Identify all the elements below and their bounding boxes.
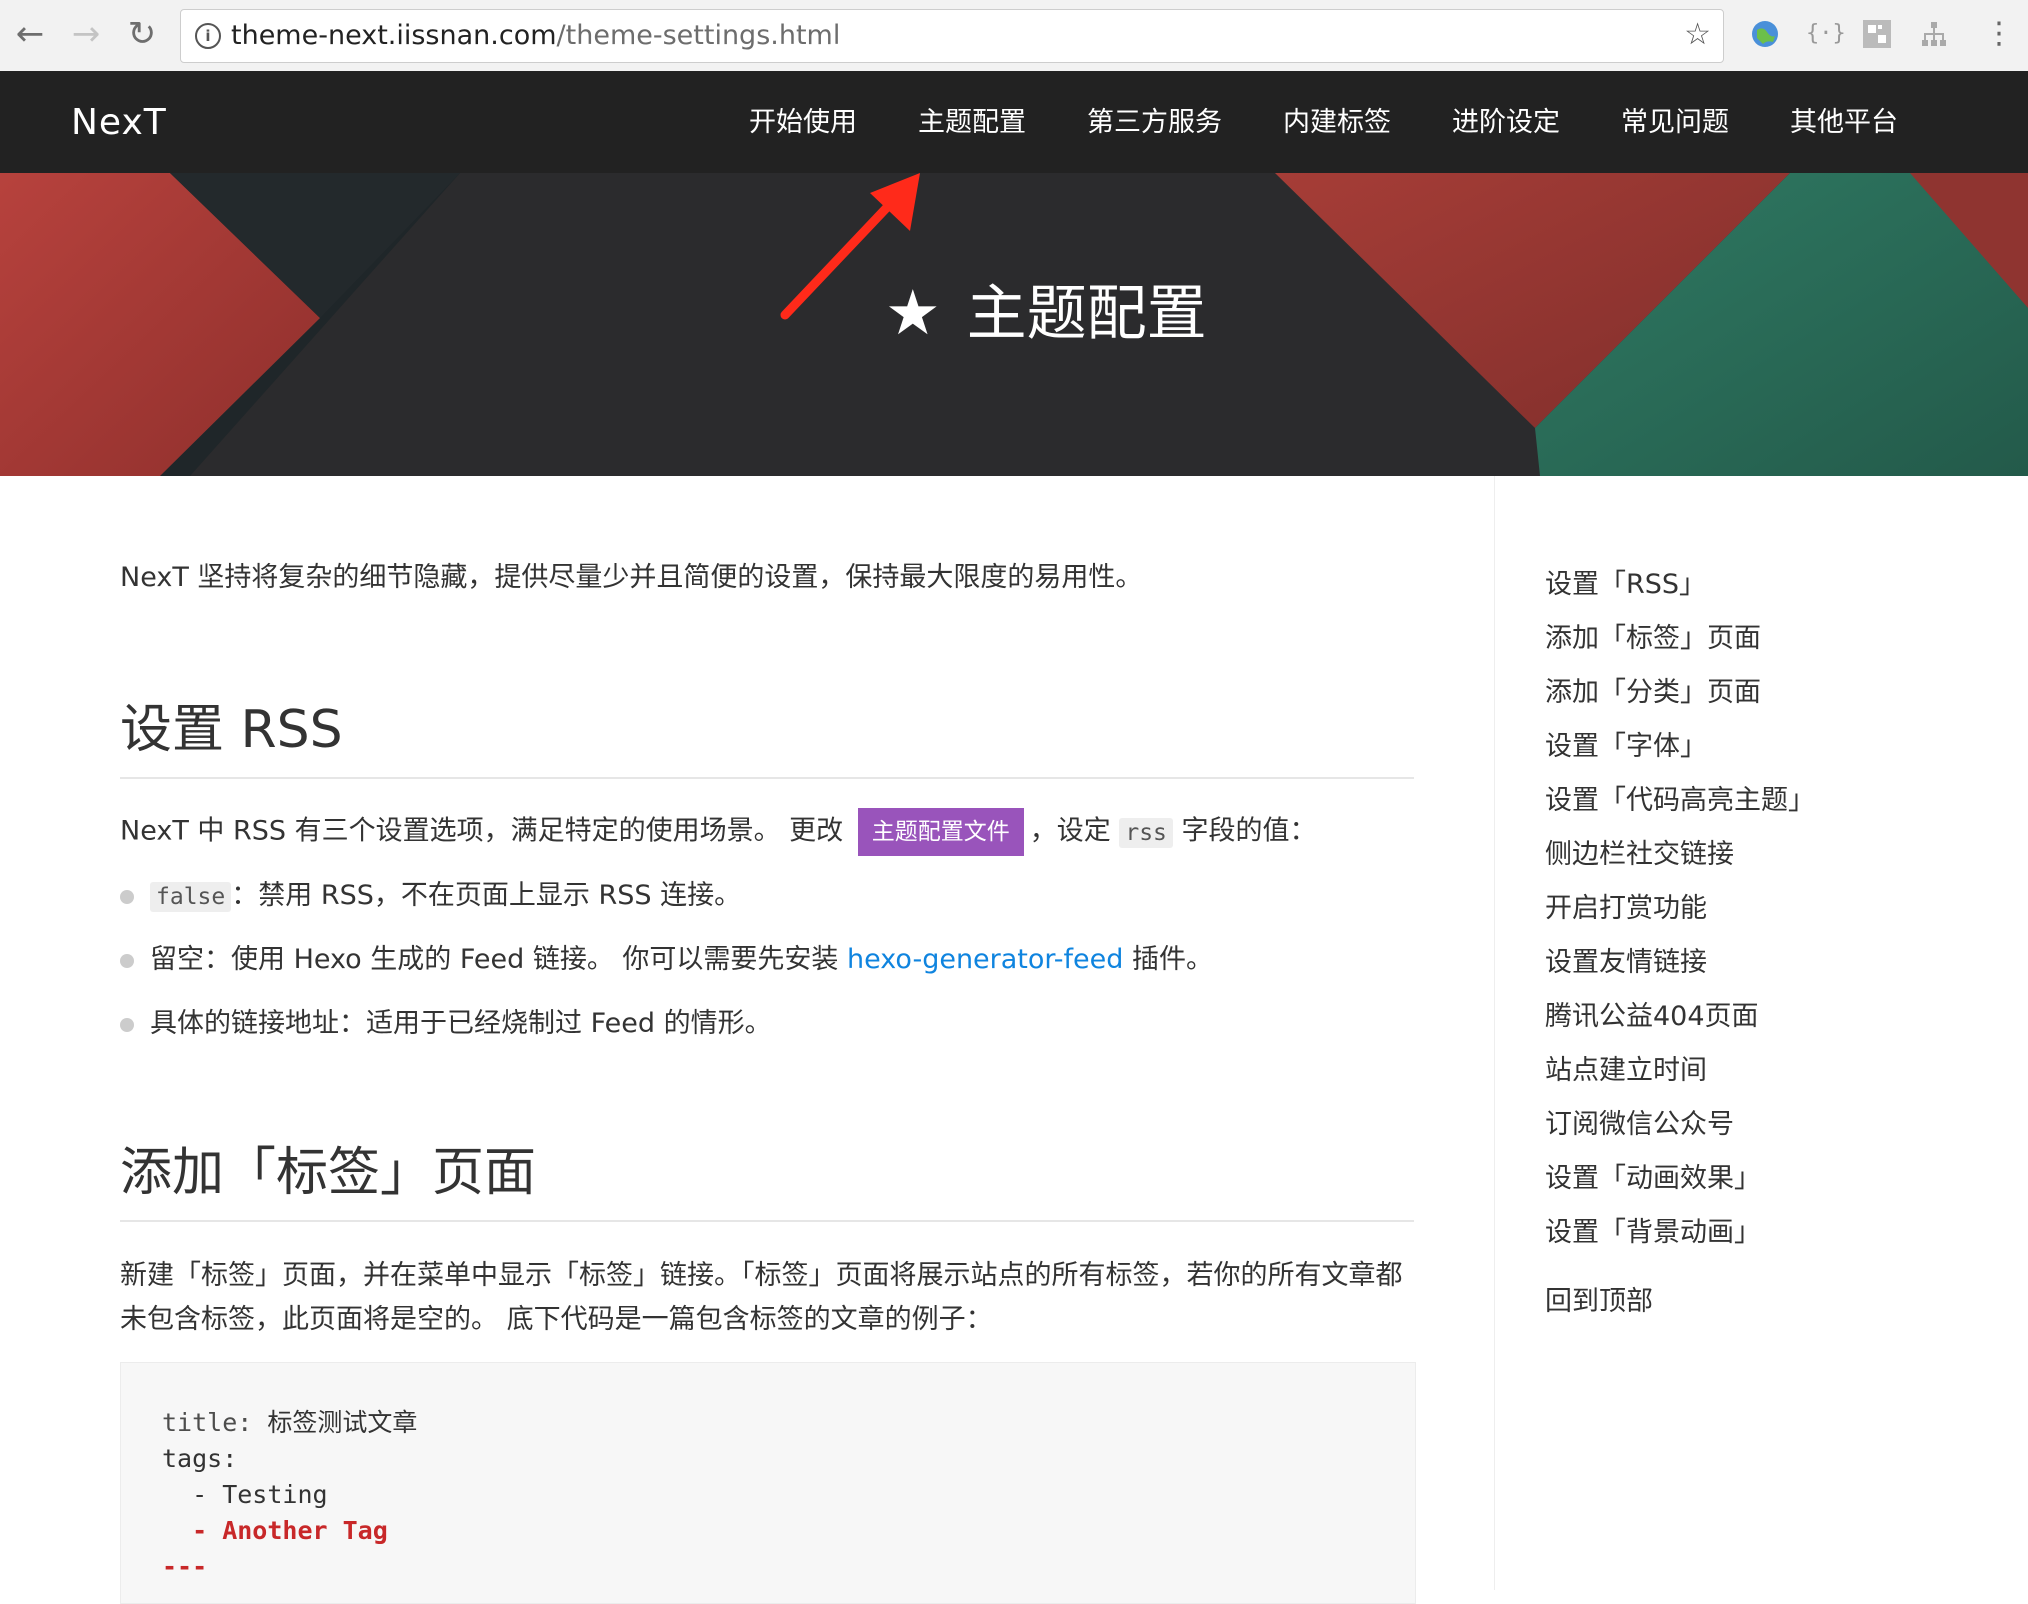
heading-tags-page: 添加「标签」页面 xyxy=(120,1143,537,1203)
toc-item[interactable]: 腾讯公益404页面 xyxy=(1545,990,1815,1044)
bullet-text: 具体的链接地址：适用于已经烧制过 Feed 的情形。 xyxy=(150,1008,772,1039)
bullet-dot-icon xyxy=(120,889,134,904)
intro-paragraph: NexT 坚持将复杂的细节隐藏，提供尽量少并且简便的设置，保持最大限度的易用性。 xyxy=(120,560,1414,596)
browser-menu-icon[interactable]: ⋮ xyxy=(1984,16,2014,52)
menu-item-other-platforms[interactable]: 其他平台 xyxy=(1790,99,1898,147)
toc-item[interactable]: 订阅微信公众号 xyxy=(1545,1098,1815,1152)
menu-item-third-party[interactable]: 第三方服务 xyxy=(1087,99,1222,147)
site-brand[interactable]: NexT xyxy=(71,99,167,147)
address-bar[interactable]: i theme-next.iissnan.com/theme-settings.… xyxy=(180,9,1724,63)
toc-item[interactable]: 开启打赏功能 xyxy=(1545,882,1815,936)
code-line: tags: xyxy=(162,1444,238,1473)
site-info-icon[interactable]: i xyxy=(195,23,221,49)
toc-item[interactable]: 设置「背景动画」 xyxy=(1545,1206,1815,1260)
code-block: title: 标签测试文章 tags: - Testing - Another … xyxy=(120,1362,1416,1604)
toc-item[interactable]: 添加「分类」页面 xyxy=(1545,666,1815,720)
menu-item-tag-plugins[interactable]: 内建标签 xyxy=(1283,99,1391,147)
toc-item[interactable]: 站点建立时间 xyxy=(1545,1044,1815,1098)
url-text[interactable]: theme-next.iissnan.com/theme-settings.ht… xyxy=(231,21,840,51)
bullet-dot-icon xyxy=(120,953,134,968)
code-line: 标签测试文章 xyxy=(252,1408,418,1437)
theme-config-label: 主题配置文件 xyxy=(857,808,1024,856)
toc-item[interactable]: 设置「动画效果」 xyxy=(1545,1152,1815,1206)
sidebar-divider xyxy=(1494,476,1495,1590)
toc-item[interactable]: 添加「标签」页面 xyxy=(1545,612,1815,666)
list-item: false ：禁用 RSS，不在页面上显示 RSS 连接。 xyxy=(120,876,741,917)
toc-item[interactable]: 设置友情链接 xyxy=(1545,936,1815,990)
list-item: 留空：使用 Hexo 生成的 Feed 链接。 你可以需要先安装 hexo-ge… xyxy=(120,940,1213,980)
heading-divider xyxy=(120,777,1414,779)
toc-item[interactable]: 设置「代码高亮主题」 xyxy=(1545,774,1815,828)
rss-paragraph: NexT 中 RSS 有三个设置选项，满足特定的使用场景。 更改 主题配置文件，… xyxy=(120,808,1317,856)
hero-title: ★ 主题配置 xyxy=(885,276,1207,349)
heading-rss: 设置 RSS xyxy=(120,700,343,760)
site-header: NexT 开始使用 主题配置 第三方服务 内建标签 进阶设定 常见问题 其他平台 xyxy=(0,71,2028,173)
reload-icon[interactable]: ↻ xyxy=(122,14,162,54)
rss-text-mid: ，设定 xyxy=(1029,815,1111,847)
menu-item-advanced[interactable]: 进阶设定 xyxy=(1452,99,1560,147)
tags-paragraph: 新建「标签」页面，并在菜单中显示「标签」链接。「标签」页面将展示站点的所有标签，… xyxy=(120,1260,1403,1335)
intro-text: NexT 坚持将复杂的细节隐藏，提供尽量少并且简便的设置，保持最大限度的易用性。 xyxy=(120,562,1143,593)
rss-text-before: NexT 中 RSS 有三个设置选项，满足特定的使用场景。 更改 xyxy=(120,815,844,847)
code-line: - Testing xyxy=(162,1480,328,1509)
back-arrow-icon[interactable]: ← xyxy=(10,14,50,54)
globe-extension-icon[interactable] xyxy=(1749,18,1781,50)
star-icon: ★ xyxy=(885,276,941,349)
main-menu: 开始使用 主题配置 第三方服务 内建标签 进阶设定 常见问题 其他平台 xyxy=(749,99,1959,147)
table-of-contents: 设置「RSS」 添加「标签」页面 添加「分类」页面 设置「字体」 设置「代码高亮… xyxy=(1545,558,1815,1260)
json-extension-icon[interactable]: {·} xyxy=(1806,18,1846,50)
qr-extension-icon[interactable] xyxy=(1861,18,1893,50)
false-code: false xyxy=(150,882,232,912)
heading-divider xyxy=(120,1220,1414,1222)
bookmark-star-icon[interactable]: ☆ xyxy=(1684,18,1711,52)
hexo-generator-feed-link[interactable]: hexo-generator-feed xyxy=(847,944,1123,975)
toc-item[interactable]: 侧边栏社交链接 xyxy=(1545,828,1815,882)
bullet-text: ：禁用 RSS，不在页面上显示 RSS 连接。 xyxy=(231,880,742,911)
rss-code: rss xyxy=(1119,817,1173,848)
forward-arrow-icon[interactable]: → xyxy=(66,14,106,54)
code-line: - Another Tag xyxy=(162,1516,388,1545)
menu-item-faq[interactable]: 常见问题 xyxy=(1621,99,1729,147)
code-line: --- xyxy=(162,1552,208,1581)
sitemap-extension-icon[interactable] xyxy=(1918,18,1950,50)
back-to-top-link[interactable]: 回到顶部 xyxy=(1545,1278,1653,1326)
browser-toolbar: ← → ↻ i theme-next.iissnan.com/theme-set… xyxy=(0,0,2028,72)
bullet-text: 留空：使用 Hexo 生成的 Feed 链接。 你可以需要先安装 xyxy=(150,944,839,975)
toc-item[interactable]: 设置「RSS」 xyxy=(1545,558,1815,612)
code-line: title: xyxy=(162,1408,253,1437)
menu-item-theme-settings[interactable]: 主题配置 xyxy=(918,99,1026,147)
bullet-text: 插件。 xyxy=(1132,944,1213,975)
list-item: 具体的链接地址：适用于已经烧制过 Feed 的情形。 xyxy=(120,1004,772,1044)
menu-item-getting-started[interactable]: 开始使用 xyxy=(749,99,857,147)
rss-text-after: 字段的值： xyxy=(1181,815,1317,847)
hero-banner: ★ 主题配置 xyxy=(0,173,2028,476)
bullet-dot-icon xyxy=(120,1017,134,1032)
toc-item[interactable]: 设置「字体」 xyxy=(1545,720,1815,774)
